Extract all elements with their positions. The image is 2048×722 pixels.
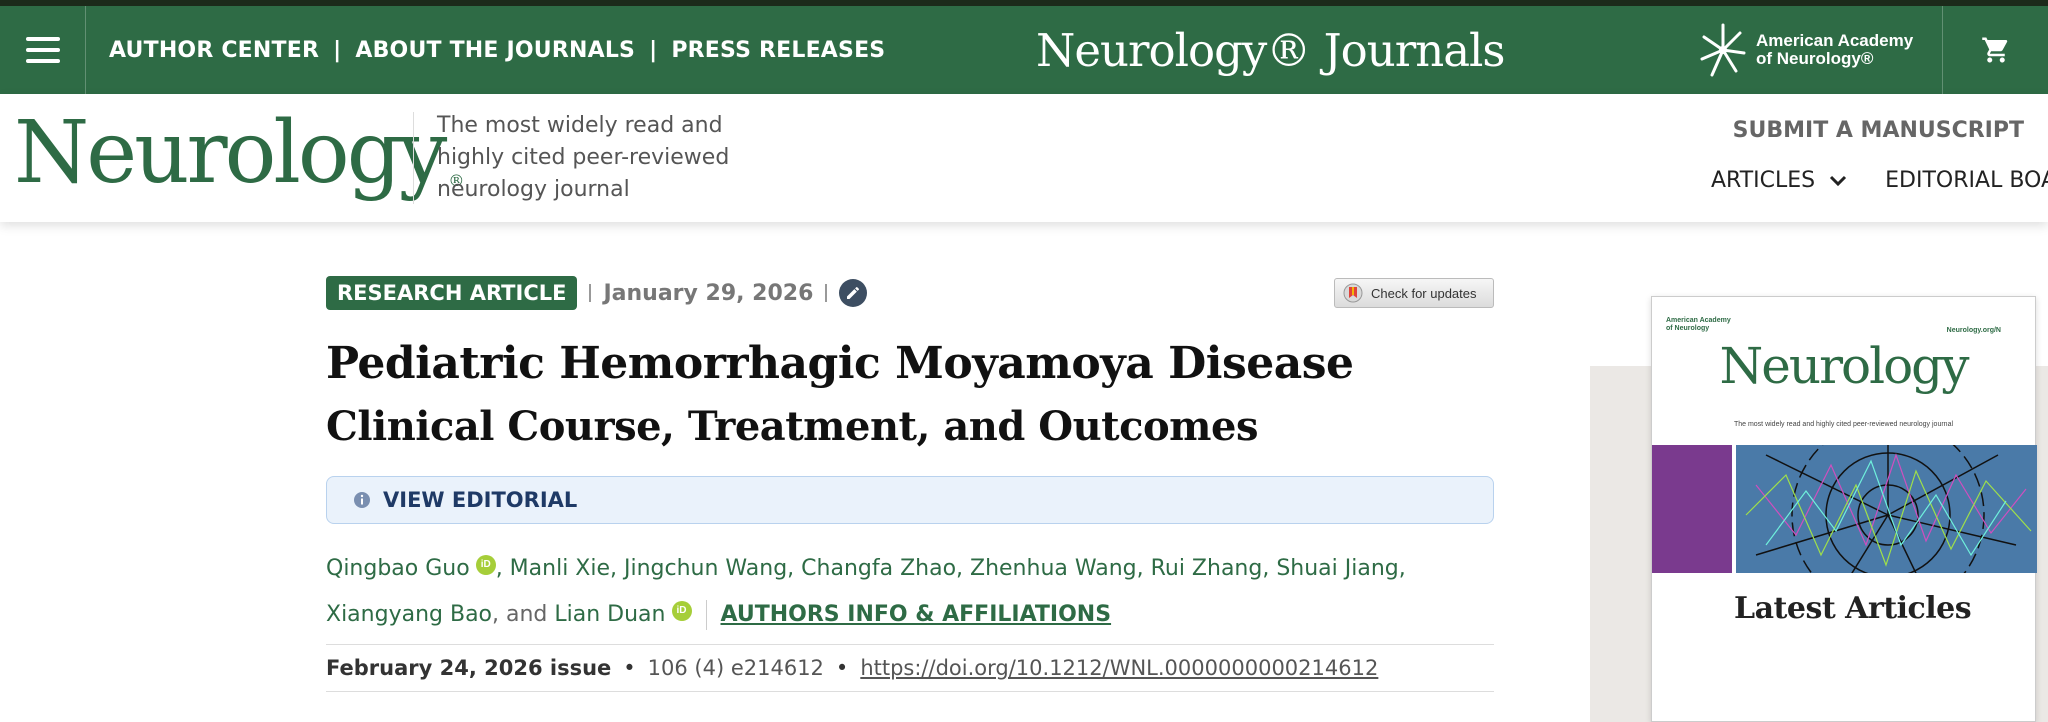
authors-info-affiliations-link[interactable]: AUTHORS INFO & AFFILIATIONS xyxy=(721,602,1112,627)
info-icon xyxy=(354,492,370,508)
nav-about-journals[interactable]: ABOUT THE JOURNALS xyxy=(355,38,635,63)
journals-top-bar: AUTHOR CENTER | ABOUT THE JOURNALS | PRE… xyxy=(0,6,2048,94)
author-and: , and xyxy=(492,602,555,627)
journal-header: Neurology ® The most widely read and high… xyxy=(0,94,2048,222)
article-meta: RESEARCH ARTICLE January 29, 2026 Check … xyxy=(326,274,1494,312)
article-header: RESEARCH ARTICLE January 29, 2026 Check … xyxy=(326,274,1494,692)
doi-link[interactable]: https://doi.org/10.1212/WNL.000000000021… xyxy=(860,656,1378,680)
menu-button[interactable] xyxy=(0,6,86,94)
nav-separator: | xyxy=(649,37,658,63)
orcid-icon[interactable]: iD xyxy=(671,601,692,621)
cart-button[interactable] xyxy=(1942,6,2048,94)
article-subtitle: Clinical Course, Treatment, and Outcomes xyxy=(326,403,1258,450)
chevron-down-icon xyxy=(1830,175,1847,186)
affiliations-divider xyxy=(705,600,707,630)
cover-aan-line1: American Academy xyxy=(1666,317,1731,324)
logo-text: Neurology xyxy=(14,103,447,203)
issue-date: February 24, 2026 issue xyxy=(326,656,612,680)
nav-editorial-board[interactable]: EDITORIAL BOA xyxy=(1885,168,2048,193)
edit-icon[interactable] xyxy=(839,279,868,307)
volume-info: 106 (4) e214612 xyxy=(647,656,824,680)
nav-separator: | xyxy=(333,37,342,63)
nav-articles[interactable]: ARTICLES xyxy=(1711,168,1885,193)
check-updates-label: Check for updates xyxy=(1371,285,1477,301)
cover-tagline: The most widely read and highly cited pe… xyxy=(1733,421,1954,428)
aan-name: American Academy of Neurology® xyxy=(1756,32,1913,68)
latest-articles-heading: Latest Articles xyxy=(1734,591,1972,626)
aan-logo-link[interactable]: American Academy of Neurology® xyxy=(1700,20,1913,80)
cover-url: Neurology.org/N xyxy=(1946,327,2001,334)
nav-editorial-board-label: EDITORIAL BOA xyxy=(1885,168,2048,193)
neurology-journals-brand[interactable]: Neurology® Journals xyxy=(1036,6,1506,94)
orcid-icon[interactable]: iD xyxy=(475,555,496,575)
cover-aan-logo: American Academy of Neurology xyxy=(1666,317,1731,333)
article-type-badge: RESEARCH ARTICLE xyxy=(326,276,578,310)
article-title: Pediatric Hemorrhagic Moyamoya Disease xyxy=(326,338,1354,389)
aan-name-line1: American Academy xyxy=(1756,31,1914,50)
author-link-first[interactable]: Qingbao Guo xyxy=(326,556,470,581)
issue-info: February 24, 2026 issue • 106 (4) e21461… xyxy=(326,644,1494,692)
cover-color-block xyxy=(1652,445,1732,573)
view-editorial-label: VIEW EDITORIAL xyxy=(383,488,578,512)
publication-date: January 29, 2026 xyxy=(603,280,814,306)
nav-articles-label: ARTICLES xyxy=(1711,168,1816,193)
header-divider xyxy=(413,112,414,204)
check-for-updates-button[interactable]: Check for updates xyxy=(1334,278,1494,308)
meta-separator xyxy=(589,284,592,302)
meta-separator xyxy=(825,284,828,302)
header-nav: ARTICLES EDITORIAL BOA xyxy=(1711,168,2048,193)
nav-press-releases[interactable]: PRESS RELEASES xyxy=(671,38,885,63)
view-editorial-button[interactable]: VIEW EDITORIAL xyxy=(326,476,1494,524)
neurology-logo[interactable]: Neurology ® xyxy=(14,98,464,208)
journals-nav: AUTHOR CENTER | ABOUT THE JOURNALS | PRE… xyxy=(109,6,885,94)
author-list: Qingbao Guo iD, Manli Xie, Jingchun Wang,… xyxy=(326,546,1494,638)
cover-aan-line2: of Neurology xyxy=(1666,325,1710,332)
aan-logo-icon xyxy=(1700,23,1746,77)
submit-manuscript-link[interactable]: SUBMIT A MANUSCRIPT xyxy=(1733,118,2024,143)
cart-icon xyxy=(1981,37,2007,63)
nav-author-center[interactable]: AUTHOR CENTER xyxy=(109,38,319,63)
menu-icon xyxy=(25,37,60,63)
issue-separator: • xyxy=(835,656,849,680)
cover-logo: Neurology xyxy=(1719,337,1970,395)
journal-cover-card[interactable]: American Academy of Neurology Neurology.… xyxy=(1651,296,2037,722)
aan-name-line2: of Neurology® xyxy=(1756,49,1874,68)
journal-tagline: The most widely read and highly cited pe… xyxy=(437,113,730,202)
check-updates-icon xyxy=(1343,283,1363,303)
cover-artwork xyxy=(1736,445,2037,573)
issue-separator: • xyxy=(623,656,636,680)
author-link-last[interactable]: Lian Duan xyxy=(554,602,665,627)
